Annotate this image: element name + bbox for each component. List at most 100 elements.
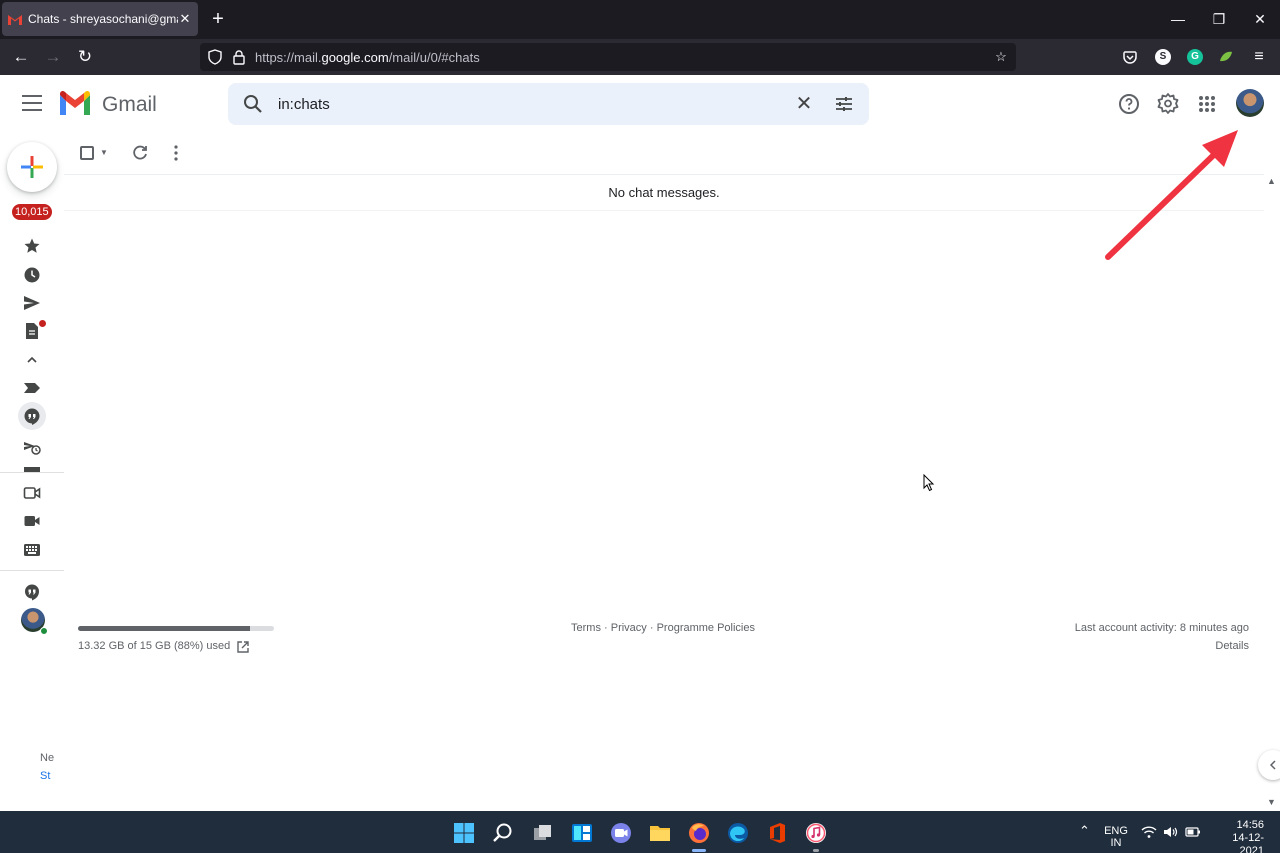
rail-divider (0, 472, 64, 473)
file-explorer-icon[interactable] (649, 822, 671, 844)
clock-date: 14-12-2021 (1232, 832, 1264, 853)
restore-icon[interactable]: ❐ (1208, 8, 1230, 30)
footer-links: Terms · Privacy · Programme Policies (571, 622, 755, 634)
last-activity-text: Last account activity: 8 minutes ago (1074, 622, 1249, 634)
volume-icon[interactable] (1163, 825, 1179, 839)
tab-close-icon[interactable]: ✕ (178, 11, 192, 27)
snoozed-clock-icon[interactable] (23, 266, 41, 284)
open-external-icon[interactable] (236, 640, 250, 654)
gmail-logo-text[interactable]: Gmail (102, 93, 157, 117)
meet-new-meeting-icon[interactable] (23, 484, 41, 502)
annotation-arrow-icon (1105, 130, 1238, 260)
search-icon[interactable] (242, 93, 264, 115)
storage-usage-fill (78, 626, 251, 631)
privacy-link[interactable]: Privacy (611, 622, 647, 634)
reload-icon[interactable]: ↻ (74, 46, 96, 68)
hangouts-truncated-text: Ne (40, 752, 55, 764)
drafts-notification-dot (39, 320, 46, 327)
meet-join-video-icon[interactable] (23, 512, 41, 530)
running-app-indicator (813, 849, 819, 852)
office-icon[interactable] (766, 822, 788, 844)
select-all-checkbox[interactable] (80, 146, 94, 160)
grammarly-extension-icon[interactable]: G (1187, 49, 1203, 65)
scheduled-icon[interactable] (23, 438, 41, 456)
empty-state-message: No chat messages. (608, 185, 720, 200)
more-options-icon[interactable] (166, 143, 186, 163)
browser-tab[interactable]: Chats - shreyasochani@gmail.c ✕ (2, 2, 198, 36)
list-divider (64, 210, 1264, 211)
url-bar[interactable]: https://mail.google.com/mail/u/0/#chats … (200, 43, 1016, 71)
account-avatar[interactable] (1236, 89, 1264, 117)
forward-icon[interactable]: → (42, 46, 64, 68)
main-menu-icon[interactable] (22, 95, 42, 111)
skype-extension-icon[interactable]: S (1155, 49, 1171, 65)
select-dropdown-icon[interactable]: ▼ (100, 148, 108, 157)
wifi-icon[interactable] (1141, 825, 1157, 839)
search-input[interactable] (278, 93, 778, 115)
sent-icon[interactable] (23, 294, 41, 312)
edge-icon[interactable] (727, 822, 749, 844)
details-link[interactable]: Details (1215, 640, 1249, 652)
minimize-icon[interactable]: — (1167, 8, 1189, 30)
storage-usage-bar[interactable] (78, 626, 274, 631)
lock-icon[interactable] (230, 48, 248, 66)
task-view-icon[interactable] (532, 822, 554, 844)
chevron-left-icon (1269, 760, 1276, 770)
scroll-up-arrow-icon[interactable]: ▲ (1267, 176, 1276, 186)
scroll-down-arrow-icon[interactable]: ▼ (1267, 797, 1276, 807)
tracking-shield-icon[interactable] (206, 48, 224, 66)
less-chevron-up-icon[interactable] (23, 351, 41, 369)
main-scrollbar[interactable] (1264, 175, 1280, 811)
battery-icon[interactable] (1185, 826, 1201, 838)
active-app-indicator (692, 849, 706, 852)
search-options-icon[interactable] (833, 93, 855, 115)
inbox-unread-badge[interactable]: 10,015 (12, 204, 52, 220)
hangouts-icon[interactable] (23, 583, 41, 601)
side-panel-toggle-button[interactable] (1258, 750, 1280, 780)
starred-icon[interactable] (23, 237, 41, 255)
new-tab-icon[interactable]: + (208, 8, 228, 30)
important-label-icon[interactable] (23, 379, 41, 397)
browser-tabbar: Chats - shreyasochani@gmail.c ✕ + — ❐ ✕ (0, 0, 1280, 39)
gmail-header: Gmail ✕ (0, 75, 1280, 133)
windows-start-icon[interactable] (453, 822, 475, 844)
programme-policies-link[interactable]: Programme Policies (657, 622, 755, 634)
windows-taskbar: ⌃ ENG IN 14:56 14-12-2021 (0, 811, 1280, 853)
teams-chat-icon[interactable] (610, 822, 632, 844)
compose-plus-icon (21, 156, 43, 178)
hangouts-truncated-link[interactable]: St (40, 770, 50, 782)
firefox-icon[interactable] (688, 822, 710, 844)
browser-menu-icon[interactable]: ≡ (1248, 46, 1270, 68)
rail-divider (0, 570, 64, 571)
keyboard-icon[interactable] (23, 541, 41, 559)
search-bar: ✕ (228, 83, 869, 125)
google-apps-icon[interactable] (1195, 92, 1219, 116)
footer-separator: · (646, 622, 657, 634)
taskbar-search-icon[interactable] (492, 822, 514, 844)
pocket-icon[interactable] (1122, 49, 1138, 65)
taskbar-clock[interactable]: 14:56 14-12-2021 (1212, 819, 1264, 853)
gmail-favicon-icon (8, 14, 22, 25)
widgets-icon[interactable] (571, 822, 593, 844)
close-window-icon[interactable]: ✕ (1249, 8, 1271, 30)
mouse-cursor-icon (923, 474, 935, 492)
tray-overflow-chevron-icon[interactable]: ⌃ (1079, 824, 1090, 837)
bookmark-star-icon[interactable]: ☆ (992, 48, 1010, 66)
gmail-logo-icon[interactable] (58, 91, 92, 117)
terms-link[interactable]: Terms (571, 622, 601, 634)
footer-separator: · (600, 622, 611, 634)
extension-leaf-icon[interactable] (1218, 49, 1234, 65)
clock-time: 14:56 (1236, 819, 1264, 831)
online-status-dot (40, 627, 48, 635)
browser-navbar: ← → ↻ https://mail.google.com/mail/u/0/#… (0, 39, 1280, 75)
language-indicator[interactable]: ENG IN (1103, 825, 1129, 849)
back-icon[interactable]: ← (10, 46, 32, 68)
storage-usage-text[interactable]: 13.32 GB of 15 GB (88%) used (78, 640, 230, 652)
settings-gear-icon[interactable] (1156, 92, 1180, 116)
itunes-icon[interactable] (805, 822, 827, 844)
refresh-icon[interactable] (130, 143, 150, 163)
chats-icon[interactable] (23, 407, 41, 425)
support-icon[interactable] (1117, 92, 1141, 116)
url-text[interactable]: https://mail.google.com/mail/u/0/#chats (255, 50, 480, 65)
clear-search-icon[interactable]: ✕ (793, 93, 815, 115)
